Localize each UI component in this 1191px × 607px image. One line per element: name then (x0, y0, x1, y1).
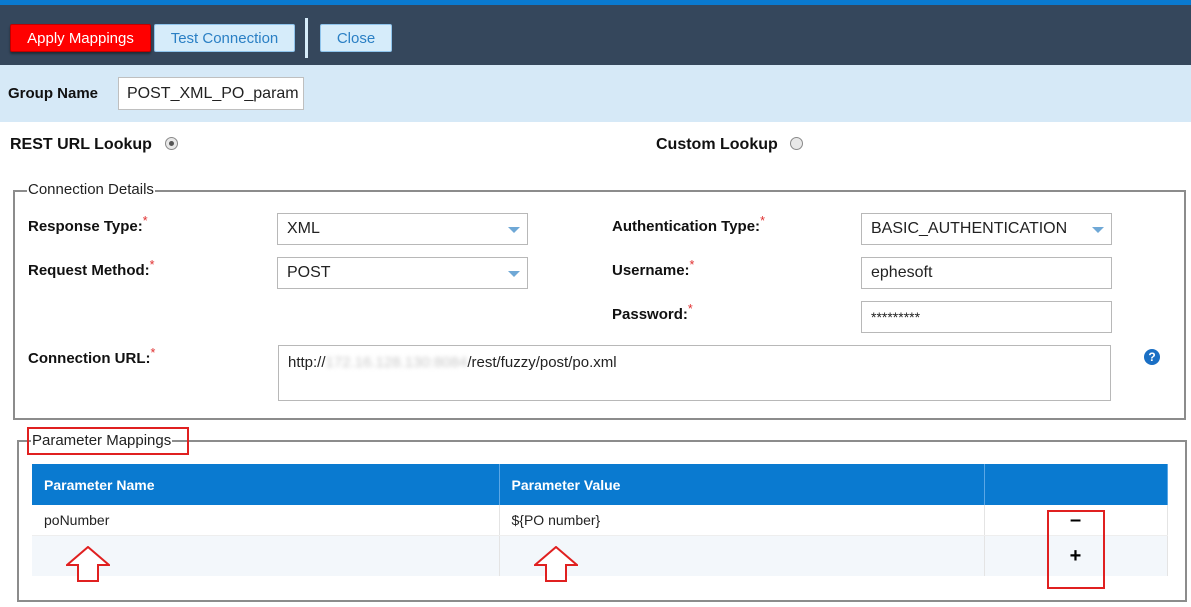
parameter-mappings-table: Parameter Name Parameter Value poNumber … (32, 464, 1168, 576)
actions-annotation-box (1047, 510, 1105, 589)
username-label: Username:* (612, 258, 695, 279)
close-button[interactable]: Close (320, 24, 392, 52)
connection-url-label: Connection URL:* (28, 346, 156, 367)
table-header-row: Parameter Name Parameter Value (32, 464, 1168, 505)
request-method-label: Request Method:* (28, 258, 155, 279)
chevron-down-icon (508, 227, 520, 233)
up-arrow-annotation-icon (66, 546, 110, 582)
group-name-input[interactable]: POST_XML_PO_param (118, 77, 304, 110)
toolbar-separator (305, 18, 308, 58)
url-prefix: http:// (288, 354, 326, 371)
rest-url-lookup-radio[interactable] (165, 137, 178, 150)
connection-details-legend: Connection Details (27, 181, 155, 198)
authentication-type-value: BASIC_AUTHENTICATION (871, 220, 1068, 237)
authentication-type-select[interactable]: BASIC_AUTHENTICATION (861, 213, 1112, 245)
question-circle-icon[interactable]: ? (1144, 349, 1160, 365)
parameter-value-cell[interactable]: ${PO number} (499, 505, 985, 536)
url-path: /rest/fuzzy/post/po.xml (467, 354, 617, 371)
password-input[interactable]: ********* (861, 301, 1112, 333)
column-header-parameter-name[interactable]: Parameter Name (32, 464, 500, 505)
password-label: Password:* (612, 302, 693, 323)
column-header-actions (984, 464, 1168, 505)
request-method-value: POST (287, 264, 331, 281)
response-type-value: XML (287, 220, 320, 237)
up-arrow-annotation-icon (534, 546, 578, 582)
table-row[interactable]: poNumber ${PO number} – (32, 505, 1168, 536)
group-name-bar: Group Name POST_XML_PO_param (0, 65, 1191, 122)
legend-annotation-box (27, 427, 189, 455)
authentication-type-label: Authentication Type:* (612, 214, 765, 235)
chevron-down-icon (1092, 227, 1104, 233)
parameter-name-cell[interactable]: poNumber (32, 505, 500, 536)
request-method-select[interactable]: POST (277, 257, 528, 289)
username-input[interactable]: ephesoft (861, 257, 1112, 289)
custom-lookup-radio[interactable] (790, 137, 803, 150)
url-host-redacted: 172.16.128.130:8084 (325, 354, 468, 371)
connection-url-input[interactable]: http://172.16.128.130:8084/rest/fuzzy/po… (278, 345, 1111, 401)
column-header-parameter-value[interactable]: Parameter Value (499, 464, 985, 505)
apply-mappings-button[interactable]: Apply Mappings (10, 24, 151, 52)
test-connection-button[interactable]: Test Connection (154, 24, 295, 52)
custom-lookup-label: Custom Lookup (656, 136, 778, 153)
table-row-empty[interactable]: + (32, 535, 1168, 576)
group-name-label: Group Name (8, 85, 99, 102)
chevron-down-icon (508, 271, 520, 277)
response-type-label: Response Type:* (28, 214, 148, 235)
toolbar: Apply Mappings Test Connection Close (0, 5, 1191, 65)
rest-url-lookup-label: REST URL Lookup (10, 136, 152, 153)
response-type-select[interactable]: XML (277, 213, 528, 245)
